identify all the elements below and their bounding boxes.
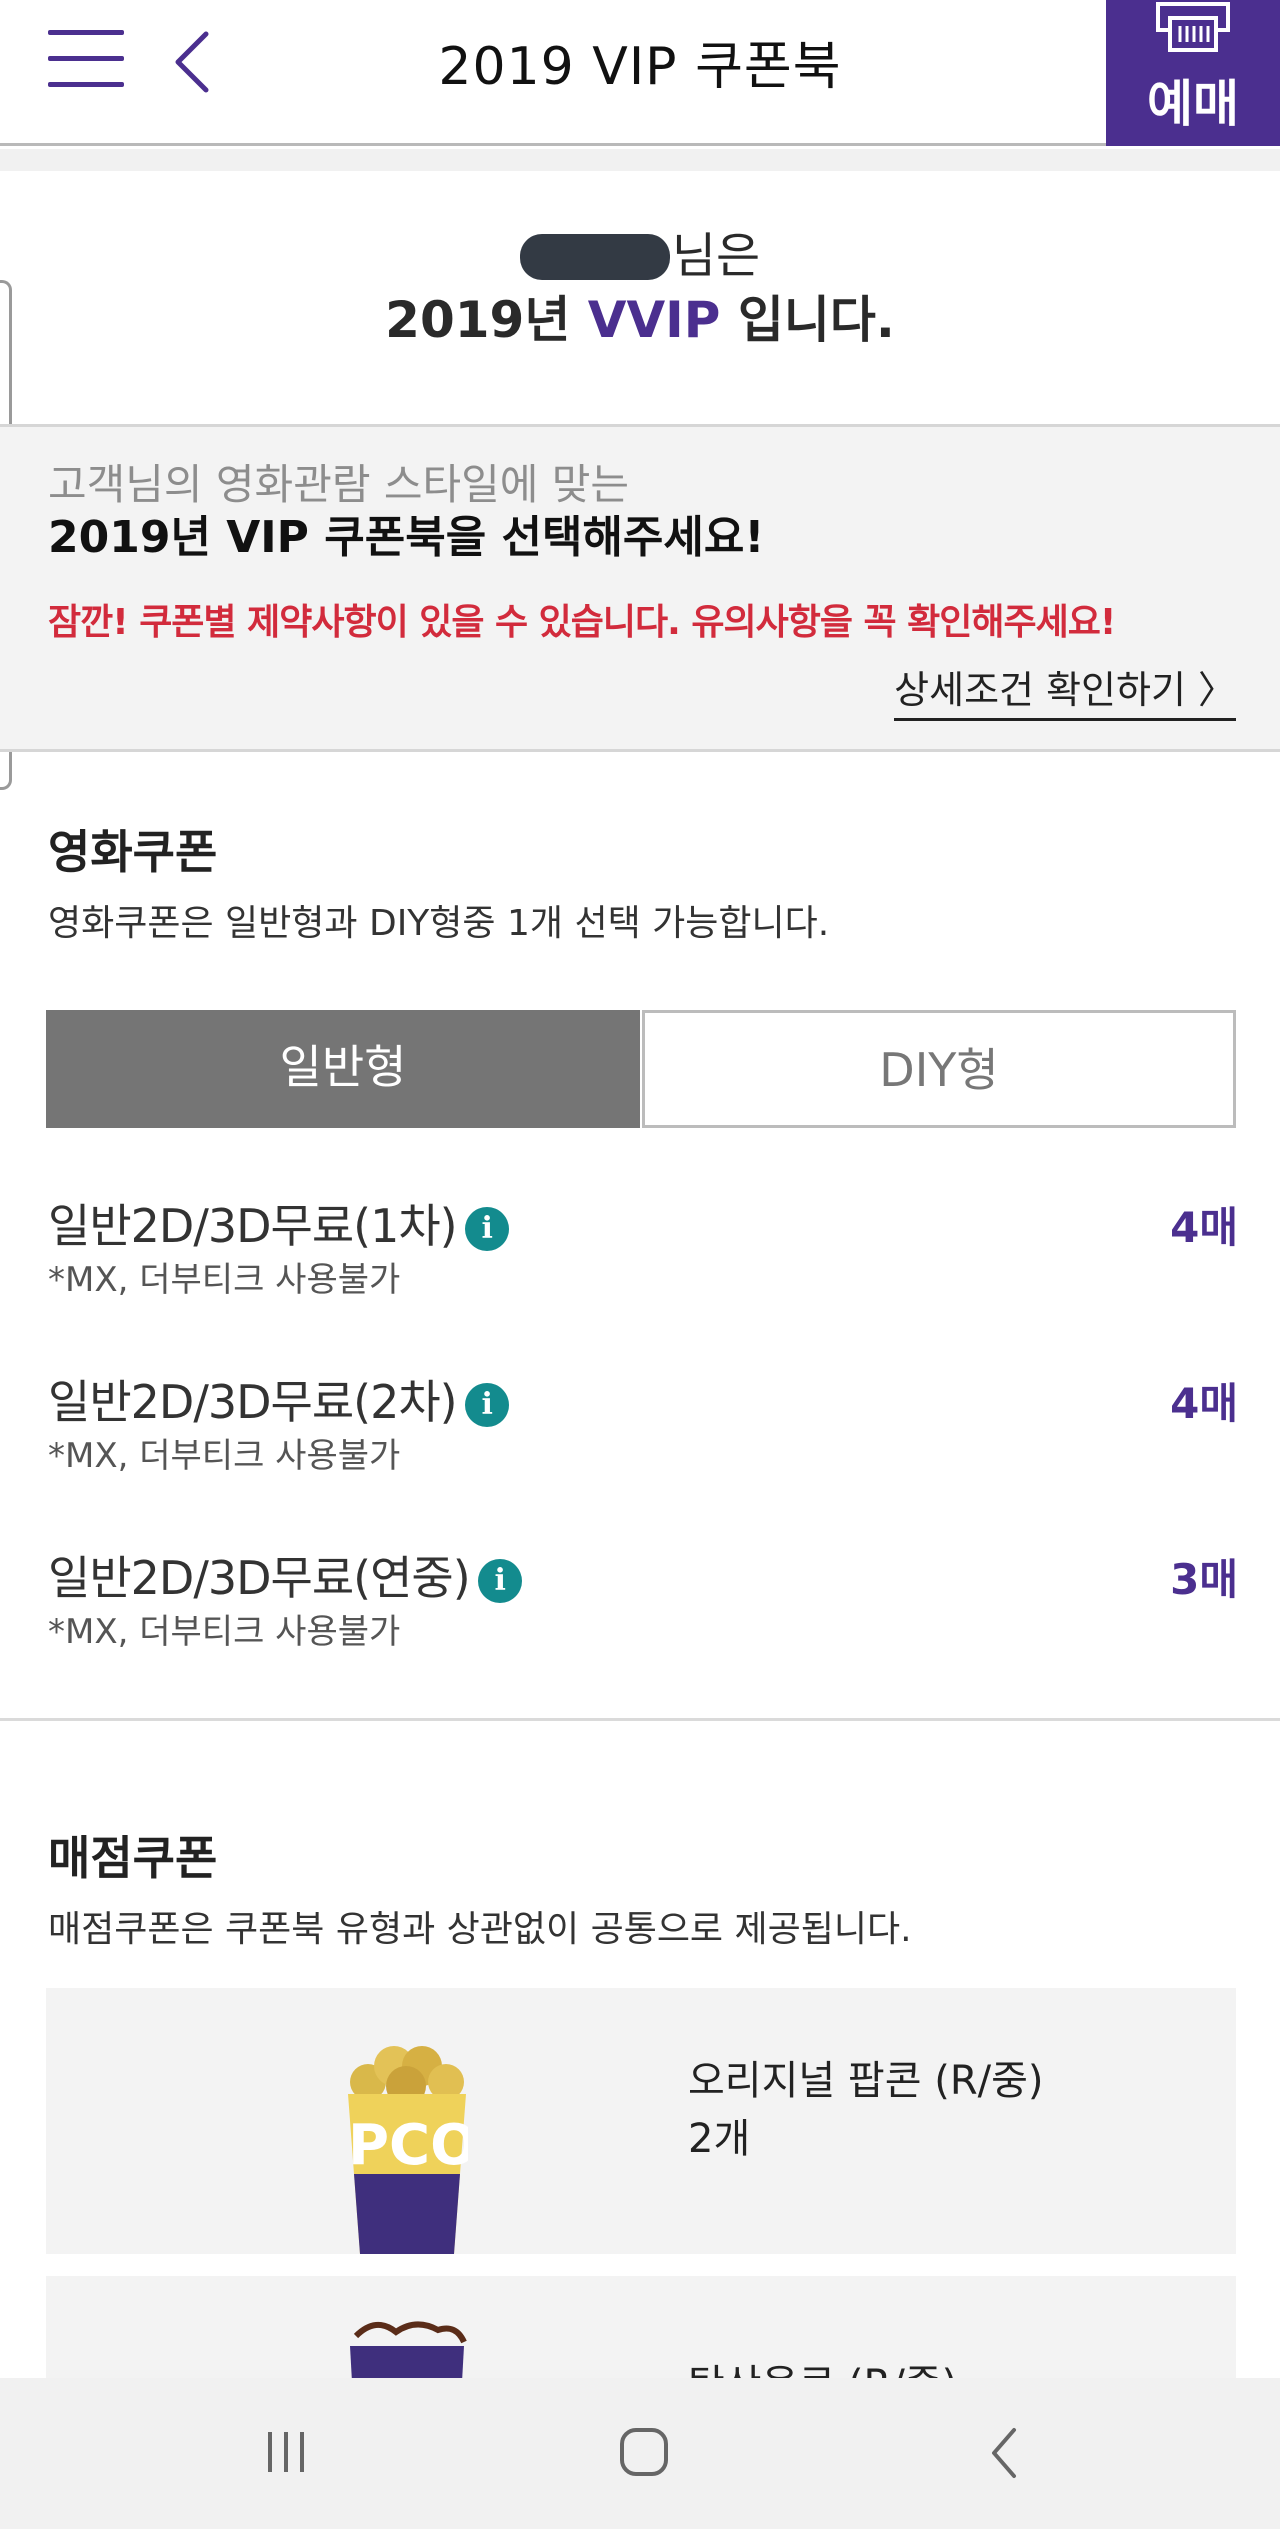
coupon-name: 일반2D/3D무료(2차) [48, 1375, 458, 1429]
list-item: 일반2D/3D무료(1차) i *MX, 더부티크 사용불가 4매 [48, 1190, 1238, 1320]
info-icon[interactable]: i [477, 1559, 522, 1603]
info-icon[interactable]: i [464, 1207, 509, 1251]
coupon-count: 4매 [1170, 1203, 1238, 1252]
greeting-year: 2019년 [385, 291, 588, 349]
notice-title: 2019년 VIP 쿠폰북을 선택해주세요! [48, 512, 765, 563]
greeting-end: 입니다. [720, 291, 895, 349]
app-header: 2019 VIP 쿠폰북 예매 [0, 0, 1280, 146]
store-coupon-qty: 2개 [688, 2116, 751, 2162]
store-coupons-title: 매점쿠폰 [48, 1831, 218, 1885]
store-coupons-description: 매점쿠폰은 쿠폰북 유형과 상관없이 공통으로 제공됩니다. [48, 1909, 912, 1950]
coupon-name: 일반2D/3D무료(연중) [48, 1551, 471, 1605]
movie-coupons-description: 영화쿠폰은 일반형과 DIY형중 1개 선택 가능합니다. [48, 903, 830, 944]
booking-button[interactable]: 예매 [1106, 0, 1280, 146]
svg-text:PCO: PCO [348, 2113, 468, 2178]
tab-diy[interactable]: DIY형 [642, 1010, 1236, 1128]
coupon-count: 3매 [1170, 1555, 1238, 1604]
recent-apps-icon[interactable] [246, 2418, 326, 2488]
redacted-username [519, 234, 670, 280]
notice-warning: 잠깐! 쿠폰별 제약사항이 있을 수 있습니다. 유의사항을 꼭 확인해주세요! [48, 602, 1116, 643]
greeting-suffix: 님은 [671, 228, 761, 284]
popcorn-icon: PCO [348, 2046, 468, 2254]
detail-conditions-link[interactable]: 상세조건 확인하기 〉 [894, 659, 1236, 721]
system-navigation-bar [0, 2378, 1280, 2529]
vip-greeting: 님은 2019년 VVIP 입니다. [0, 224, 1280, 352]
tab-general[interactable]: 일반형 [46, 1010, 640, 1128]
back-icon[interactable] [964, 2418, 1044, 2488]
info-icon[interactable]: i [464, 1383, 509, 1427]
home-icon[interactable] [604, 2418, 684, 2488]
list-item: 일반2D/3D무료(2차) i *MX, 더부티크 사용불가 4매 [48, 1366, 1238, 1496]
coupon-count: 4매 [1170, 1379, 1238, 1428]
coupon-note: *MX, 더부티크 사용불가 [48, 1260, 401, 1300]
coupon-name: 일반2D/3D무료(1차) [48, 1199, 458, 1253]
coupon-type-tabs: 일반형 DIY형 [46, 1010, 1236, 1128]
store-coupon-name: 오리지널 팝콘 (R/중) [688, 2058, 1044, 2104]
coupon-notice-box: 고객님의 영화관람 스타일에 맞는 2019년 VIP 쿠폰북을 선택해주세요!… [0, 424, 1280, 752]
section-divider [0, 1718, 1280, 1721]
list-item: 일반2D/3D무료(연중) i *MX, 더부티크 사용불가 3매 [48, 1542, 1238, 1672]
page-title: 2019 VIP 쿠폰북 [438, 37, 842, 97]
coupon-note: *MX, 더부티크 사용불가 [48, 1436, 401, 1476]
booking-label: 예매 [1147, 75, 1239, 133]
ticket-icon [1156, 2, 1230, 52]
movie-coupons-title: 영화쿠폰 [48, 825, 218, 879]
store-coupon-card: PCO 오리지널 팝콘 (R/중) 2개 [46, 1988, 1236, 2254]
coupon-note: *MX, 더부티크 사용불가 [48, 1612, 401, 1652]
vip-grade: VVIP [587, 291, 721, 349]
header-separator [0, 149, 1280, 171]
